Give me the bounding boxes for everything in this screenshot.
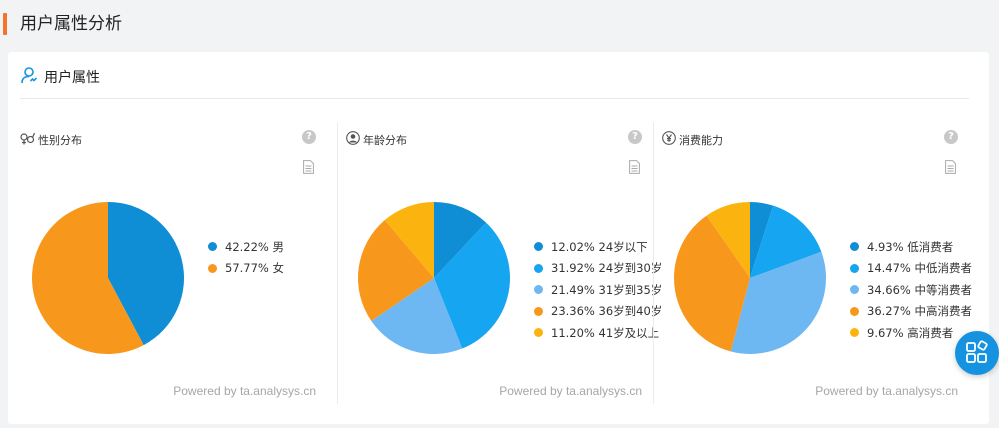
legend-dot <box>850 306 859 316</box>
document-icon[interactable] <box>303 160 314 174</box>
legend-item[interactable]: 11.20% 41岁及以上 <box>534 322 662 344</box>
card-header: 用户属性 <box>20 64 100 90</box>
dashboard-widget-button[interactable] <box>955 331 999 375</box>
legend-item[interactable]: 12.02% 24岁以下 <box>534 236 662 258</box>
legend-label: 57.77% 女 <box>225 261 285 276</box>
age-legend: 12.02% 24岁以下 31.92% 24岁到30岁 21.49% 31岁到3… <box>534 236 662 344</box>
yen-icon <box>662 130 676 149</box>
legend-label: 4.93% 低消费者 <box>867 239 954 254</box>
legend-label: 34.66% 中等消费者 <box>867 282 973 297</box>
spending-panel: 消费能力 ? 易观万像 Analysys.cn 4.93% 低消费者 14.47… <box>654 118 972 408</box>
legend-item[interactable]: 4.93% 低消费者 <box>850 236 972 258</box>
legend-item[interactable]: 34.66% 中等消费者 <box>850 279 972 301</box>
legend-item[interactable]: 9.67% 高消费者 <box>850 322 972 344</box>
card-divider <box>20 98 969 99</box>
legend-dot <box>850 263 859 273</box>
legend-dot <box>208 263 217 273</box>
help-icon[interactable]: ? <box>944 130 958 144</box>
gender-panel: 性别分布 ? 易观万像 Analysys.cn 42.22% 男 57.77% … <box>12 118 328 408</box>
legend-item[interactable]: 57.77% 女 <box>208 258 284 280</box>
legend-dot <box>534 242 543 252</box>
legend-dot <box>208 242 217 252</box>
panel-title-row: 消费能力 <box>662 130 723 149</box>
legend-dot <box>850 285 859 295</box>
panel-title-row: 性别分布 <box>20 130 82 149</box>
legend-label: 21.49% 31岁到35岁 <box>551 282 663 297</box>
legend-dot <box>534 285 543 295</box>
gender-pie-chart <box>32 202 185 354</box>
age-pie-chart <box>357 202 510 354</box>
legend-label: 12.02% 24岁以下 <box>551 239 648 254</box>
help-icon[interactable]: ? <box>628 130 642 144</box>
gender-legend: 42.22% 男 57.77% 女 <box>208 236 284 279</box>
gender-icon <box>20 130 36 149</box>
legend-item[interactable]: 31.92% 24岁到30岁 <box>534 258 662 280</box>
spending-pie-chart <box>673 202 826 354</box>
title-accent-bar <box>3 13 7 35</box>
legend-item[interactable]: 14.47% 中低消费者 <box>850 258 972 280</box>
legend-item[interactable]: 23.36% 36岁到40岁 <box>534 301 662 323</box>
page-header: 用户属性分析 <box>0 0 999 50</box>
card-title: 用户属性 <box>44 70 100 86</box>
panel-title: 年龄分布 <box>363 133 407 147</box>
legend-label: 23.36% 36岁到40岁 <box>551 304 663 319</box>
grid-apps-icon <box>966 340 988 363</box>
legend-label: 14.47% 中低消费者 <box>867 261 973 276</box>
legend-label: 42.22% 男 <box>225 239 285 254</box>
user-attributes-card: 用户属性 性别分布 ? 易观万像 Analysys <box>8 52 989 424</box>
help-icon[interactable]: ? <box>302 130 316 144</box>
legend-dot <box>850 242 859 252</box>
panel-title: 消费能力 <box>679 133 723 147</box>
legend-label: 31.92% 24岁到30岁 <box>551 261 663 276</box>
person-icon <box>346 130 360 149</box>
powered-by-footer: Powered by ta.analysys.cn <box>815 384 958 398</box>
legend-item[interactable]: 42.22% 男 <box>208 236 284 258</box>
legend-dot <box>534 306 543 316</box>
powered-by-footer: Powered by ta.analysys.cn <box>499 384 642 398</box>
panel-title: 性别分布 <box>38 133 82 147</box>
legend-label: 9.67% 高消费者 <box>867 325 954 340</box>
legend-item[interactable]: 36.27% 中高消费者 <box>850 301 972 323</box>
document-icon[interactable] <box>945 160 956 174</box>
age-panel: 年龄分布 ? 易观万像 Analysys.cn 12.02% 24岁以下 31.… <box>338 118 662 408</box>
powered-by-footer: Powered by ta.analysys.cn <box>173 384 316 398</box>
page-title: 用户属性分析 <box>20 14 122 34</box>
legend-dot <box>534 263 543 273</box>
legend-dot <box>850 328 859 338</box>
user-icon <box>20 66 38 88</box>
legend-label: 11.20% 41岁及以上 <box>551 325 660 340</box>
legend-item[interactable]: 21.49% 31岁到35岁 <box>534 279 662 301</box>
document-icon[interactable] <box>629 160 640 174</box>
panel-title-row: 年龄分布 <box>346 130 407 149</box>
legend-label: 36.27% 中高消费者 <box>867 304 973 319</box>
spending-legend: 4.93% 低消费者 14.47% 中低消费者 34.66% 中等消费者 36.… <box>850 236 972 344</box>
legend-dot <box>534 328 543 338</box>
